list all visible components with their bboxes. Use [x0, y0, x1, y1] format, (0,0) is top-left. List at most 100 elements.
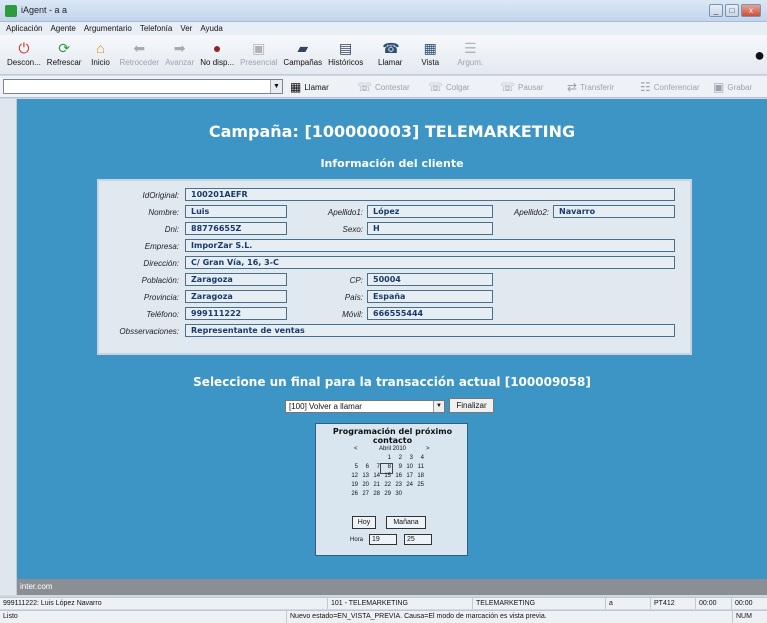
calendar-day[interactable]: 18	[414, 473, 425, 482]
pais-label: País:	[344, 293, 363, 302]
calendar-week-row: 12 13 14 15 16 17 18	[348, 473, 438, 482]
tomorrow-button[interactable]: Mañana	[386, 516, 426, 529]
sexo-field[interactable]: H	[367, 222, 493, 235]
calendar-day[interactable]: 16	[392, 473, 403, 482]
calendar-day[interactable]: 26	[348, 491, 359, 500]
power-icon: ⏻	[18, 40, 30, 56]
menu-ayuda[interactable]: Ayuda	[200, 22, 223, 35]
calendar-day[interactable]: 4	[414, 455, 425, 464]
calendar-day[interactable]: 21	[370, 482, 381, 491]
calendar-day[interactable]: 5	[348, 464, 359, 473]
nombre-field[interactable]: Luis	[185, 205, 287, 218]
status-campaign-code: 101 - TELEMARKETING	[327, 598, 470, 609]
disconnect-button[interactable]: ⏻ Descon...	[4, 35, 44, 75]
menu-ver[interactable]: Ver	[180, 22, 192, 35]
status-campaign: TELEMARKETING	[472, 598, 605, 609]
calendar-day[interactable]: 15	[381, 473, 392, 482]
call-button[interactable]: ☎ Llamar	[374, 35, 406, 75]
list-icon: ☰	[463, 40, 477, 56]
argum-button[interactable]: ☰ Argum.	[454, 35, 486, 75]
view-button[interactable]: ▦ Vista	[414, 35, 446, 75]
apellido1-field[interactable]: López	[367, 205, 493, 218]
movil-field[interactable]: 666555444	[367, 307, 493, 320]
direccion-label: Dirección:	[143, 259, 179, 268]
poblacion-field[interactable]: Zaragoza	[185, 273, 287, 286]
calendar-day[interactable]: 9	[392, 464, 403, 473]
forward-button[interactable]: ➡ Avanzar	[162, 35, 197, 75]
record-button[interactable]: ▣ Grabar	[713, 80, 752, 94]
calendar-day[interactable]: 6	[359, 464, 370, 473]
calendar-day[interactable]: 27	[359, 491, 370, 500]
today-button[interactable]: Hoy	[352, 516, 376, 529]
calendar-day[interactable]: 22	[381, 482, 392, 491]
empresa-field[interactable]: ImporZar S.L.	[185, 239, 675, 252]
refresh-icon: ⟳	[58, 40, 70, 56]
calendar-day[interactable]: 10	[403, 464, 414, 473]
menu-aplicacion[interactable]: Aplicación	[6, 22, 42, 35]
calendar-day[interactable]: 28	[370, 491, 381, 500]
maximize-button[interactable]: □	[725, 4, 739, 17]
campaigns-button[interactable]: ▰ Campañas	[280, 35, 325, 75]
presencial-button[interactable]: ▣ Presencial	[237, 35, 280, 75]
next-month-button[interactable]: >	[426, 446, 430, 452]
menu-telefonia[interactable]: Telefonía	[140, 22, 172, 35]
phone-number-combo[interactable]: ▼	[3, 79, 283, 94]
dni-field[interactable]: 88776655Z	[185, 222, 287, 235]
calendar-day[interactable]: 17	[403, 473, 414, 482]
calendar-day[interactable]: 30	[392, 491, 403, 500]
observaciones-field[interactable]: Representante de ventas	[185, 324, 675, 337]
chevron-down-icon[interactable]: ▼	[270, 80, 282, 93]
close-button[interactable]: x	[741, 4, 761, 17]
calendar-day[interactable]: 13	[359, 473, 370, 482]
phone-icon: ☎	[382, 40, 400, 56]
not-available-button[interactable]: ● No disp...	[197, 35, 237, 75]
history-button[interactable]: ▤ Históricos	[325, 35, 366, 75]
calendar-day[interactable]: 8	[380, 463, 393, 474]
answer-button[interactable]: ☏ Contestar	[357, 80, 410, 94]
direccion-field[interactable]: C/ Gran Vía, 16, 3-C	[185, 256, 675, 269]
transfer-button[interactable]: ⇄ Transferir	[567, 80, 614, 94]
chevron-down-icon[interactable]: ▼	[433, 401, 444, 412]
refresh-button[interactable]: ⟳ Refrescar	[44, 35, 85, 75]
calendar-day[interactable]: 2	[392, 455, 403, 464]
minimize-button[interactable]: _	[709, 4, 723, 17]
pais-field[interactable]: España	[367, 290, 493, 303]
final-select[interactable]: [100] Volver a llamar ▼	[285, 400, 445, 413]
home-button[interactable]: ⌂ Inicio	[84, 35, 116, 75]
calendar-day[interactable]: 25	[414, 482, 425, 491]
user-icon: ●	[212, 40, 222, 56]
minute-field[interactable]: 25	[404, 534, 432, 545]
calendar-day[interactable]: 12	[348, 473, 359, 482]
provincia-field[interactable]: Zaragoza	[185, 290, 287, 303]
telefono-field[interactable]: 999111222	[185, 307, 287, 320]
user-icon: ●	[754, 45, 765, 65]
hour-field[interactable]: 19	[369, 534, 397, 545]
folder-icon: ▰	[297, 40, 309, 56]
menu-agente[interactable]: Agente	[50, 22, 75, 35]
idoriginal-field[interactable]: 100201AEFR	[185, 188, 675, 201]
finalize-button[interactable]: Finalizar	[449, 398, 494, 413]
calendar-day[interactable]: 3	[403, 455, 414, 464]
calendar-day[interactable]: 23	[392, 482, 403, 491]
home-icon: ⌂	[96, 40, 105, 56]
forward-arrow-icon: ➡	[173, 40, 186, 56]
calendar-day[interactable]: 19	[348, 482, 359, 491]
status-bar-info: 999111222: Luis López Navarro 101 - TELE…	[0, 597, 767, 609]
calendar-day[interactable]: 20	[359, 482, 370, 491]
dni-label: Dni:	[164, 225, 179, 234]
back-button[interactable]: ⬅ Retroceder	[116, 35, 162, 75]
calendar-day[interactable]: 29	[381, 491, 392, 500]
apellido2-field[interactable]: Navarro	[553, 205, 675, 218]
calendar-day[interactable]: 11	[414, 464, 425, 473]
menu-argumentario[interactable]: Argumentario	[84, 22, 132, 35]
calendar-day[interactable]: 14	[370, 473, 381, 482]
status-bar: Listo Nuevo estado=EN_VISTA_PREVIA. Caus…	[0, 610, 767, 623]
calendar-day[interactable]: 7	[370, 464, 381, 473]
hangup-button[interactable]: ☏ Colgar	[428, 80, 470, 94]
conference-button[interactable]: ☷ Conferenciar	[640, 80, 700, 94]
cp-field[interactable]: 50004	[367, 273, 493, 286]
pause-button[interactable]: ☏ Pausar	[500, 80, 543, 94]
phone-call-button[interactable]: ▦ Llamar	[290, 80, 329, 94]
calendar-day[interactable]: 1	[381, 455, 392, 464]
calendar-day[interactable]: 24	[403, 482, 414, 491]
